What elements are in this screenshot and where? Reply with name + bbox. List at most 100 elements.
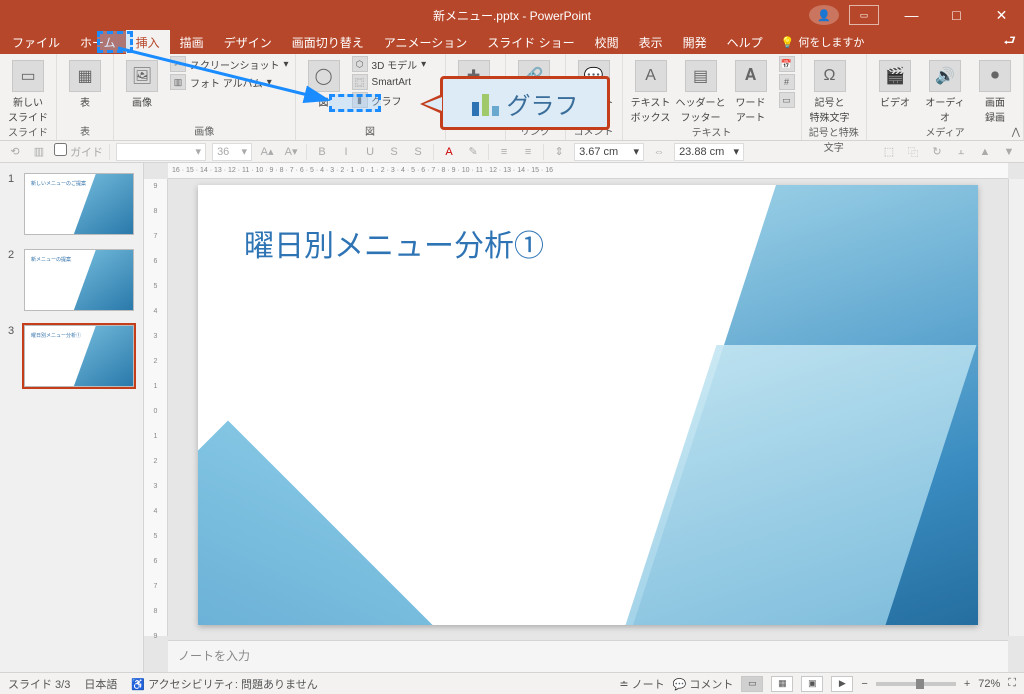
group-addins-label [452, 127, 499, 140]
sorter-view-button[interactable]: ▦ [771, 676, 793, 692]
zoom-slider[interactable] [876, 682, 956, 686]
screen-recording-button[interactable]: ⏺画面 録画 [973, 56, 1017, 124]
textbox-button[interactable]: Aテキスト ボックス [629, 56, 673, 124]
comment-button[interactable]: 💬コメント [572, 56, 616, 109]
comment-label: コメント [574, 94, 614, 109]
italic-icon[interactable]: I [337, 143, 355, 161]
strike-icon[interactable]: S [385, 143, 403, 161]
zoom-in-button[interactable]: + [964, 678, 970, 690]
bold-icon[interactable]: B [313, 143, 331, 161]
comments-toggle[interactable]: 💬 コメント [673, 676, 734, 692]
thumb-3[interactable]: 3 曜日別メニュー分析① [8, 325, 135, 387]
new-slide-button[interactable]: ▭ 新しい スライド [6, 56, 50, 124]
shadow-icon[interactable]: S [409, 143, 427, 161]
video-button[interactable]: 🎬ビデオ [873, 56, 917, 109]
tab-file[interactable]: ファイル [2, 30, 70, 54]
notes-pane[interactable]: ノートを入力 [168, 640, 1008, 672]
new-slide-label: 新しい スライド [8, 94, 48, 124]
highlight-icon[interactable]: ✎ [464, 143, 482, 161]
photo-album-button[interactable]: ▥フォト アルバム ▾ [170, 74, 289, 90]
thumb-2[interactable]: 2 新メニューの提案 [8, 249, 135, 311]
slide-title[interactable]: 曜日別メニュー分析① [244, 221, 544, 265]
link-button[interactable]: 🔗リンク [512, 56, 556, 109]
tab-view[interactable]: 表示 [629, 30, 673, 54]
tab-insert[interactable]: 挿入 [126, 30, 170, 54]
group-symbols: Ω記号と 特殊文字 記号と特殊文字 [802, 54, 867, 140]
font-size-combo[interactable]: 36▾ [212, 143, 252, 161]
layout-icon[interactable]: ▥ [30, 143, 48, 161]
tab-animations[interactable]: アニメーション [374, 30, 478, 54]
slide-canvas[interactable]: 曜日別メニュー分析① [198, 185, 978, 625]
slide-counter[interactable]: スライド 3/3 [8, 676, 70, 692]
shape-width-input[interactable]: 23.88 cm▾ [674, 143, 744, 161]
collapse-ribbon-button[interactable]: ⋀ [1012, 127, 1020, 138]
normal-view-button[interactable]: ▭ [741, 676, 763, 692]
group-tables: ▦ 表 表 [57, 54, 114, 140]
thumb-1-title: 新しいメニューのご提案 [31, 180, 86, 187]
reset-icon[interactable]: ⟲ [6, 143, 24, 161]
zoom-value[interactable]: 72% [978, 678, 1000, 690]
guide-checkbox[interactable]: ガイド [54, 143, 103, 160]
3d-model-button[interactable]: ⬡3D モデル ▾ [352, 56, 427, 72]
thumb-1[interactable]: 1 新しいメニューのご提案 [8, 173, 135, 235]
wordart-button[interactable]: 𝐀ワード アート [729, 56, 773, 124]
arrange-icon[interactable]: ⬚ [880, 143, 898, 161]
tab-slideshow[interactable]: スライド ショー [477, 30, 584, 54]
date-button[interactable]: 📅 [779, 56, 795, 72]
maximize-button[interactable]: □ [934, 0, 979, 30]
table-button[interactable]: ▦ 表 [63, 56, 107, 109]
increase-font-icon[interactable]: A▴ [258, 143, 276, 161]
shapes-button[interactable]: ◯ 図 [302, 56, 346, 109]
audio-button[interactable]: 🔊オーディオ [923, 56, 967, 124]
zoom-out-button[interactable]: − [861, 678, 867, 690]
tab-help[interactable]: ヘルプ [717, 30, 773, 54]
slide-number-button[interactable]: # [779, 74, 795, 90]
symbols-button[interactable]: Ω記号と 特殊文字 [808, 56, 852, 124]
ribbon-options-icon[interactable]: ▭ [849, 5, 879, 25]
notes-toggle[interactable]: ≐ ノート [619, 676, 664, 692]
minimize-button[interactable]: — [889, 0, 934, 30]
smartart-button[interactable]: ⿴SmartArt [352, 74, 427, 90]
tab-transitions[interactable]: 画面切り替え [282, 30, 374, 54]
tab-review[interactable]: 校閲 [585, 30, 629, 54]
tab-home[interactable]: ホーム [70, 30, 126, 54]
bring-front-icon[interactable]: ▲ [976, 143, 994, 161]
screenshot-icon: ✂ [170, 56, 186, 72]
send-back-icon[interactable]: ▼ [1000, 143, 1018, 161]
rotate-icon[interactable]: ↻ [928, 143, 946, 161]
font-color-icon[interactable]: A [440, 143, 458, 161]
header-footer-button[interactable]: ▤ヘッダーと フッター [679, 56, 723, 124]
align-icon[interactable]: ⫠ [952, 143, 970, 161]
chart-button[interactable]: ▮グラフ [352, 92, 427, 108]
language-indicator[interactable]: 日本語 [84, 676, 117, 692]
tab-developer[interactable]: 開発 [673, 30, 717, 54]
thumb-3-title: 曜日別メニュー分析① [31, 332, 81, 339]
font-combo[interactable]: ▾ [116, 143, 206, 161]
fit-window-button[interactable]: ⛶ [1008, 677, 1016, 690]
tell-me[interactable]: 💡 何をしますか [773, 30, 873, 54]
account-icon[interactable]: 👤 [809, 5, 839, 25]
textbox-icon: A [635, 60, 667, 92]
share-button[interactable]: ⮐ [1003, 30, 1016, 54]
thumbnail-pane[interactable]: 1 新しいメニューのご提案 2 新メニューの提案 3 曜日別メニュー分析① [0, 163, 144, 672]
slide-canvas-wrap[interactable]: 曜日別メニュー分析① [168, 179, 1008, 636]
object-button[interactable]: ▭ [779, 92, 795, 108]
align-center-icon[interactable]: ≡ [519, 143, 537, 161]
tab-draw[interactable]: 描画 [170, 30, 214, 54]
shape-height-input[interactable]: 3.67 cm▾ [574, 143, 644, 161]
pictures-button[interactable]: 🖼 画像 [120, 56, 164, 109]
underline-icon[interactable]: U [361, 143, 379, 161]
reading-view-button[interactable]: ▣ [801, 676, 823, 692]
tell-me-label: 何をしますか [798, 34, 864, 50]
addins-button[interactable]: ✚アドイン [452, 56, 496, 109]
decrease-font-icon[interactable]: A▾ [282, 143, 300, 161]
vertical-scrollbar[interactable] [1008, 179, 1024, 636]
tab-design[interactable]: デザイン [214, 30, 282, 54]
group-icon[interactable]: ⿻ [904, 143, 922, 161]
align-left-icon[interactable]: ≡ [495, 143, 513, 161]
screenshot-button[interactable]: ✂スクリーンショット ▾ [170, 56, 289, 72]
close-button[interactable]: ✕ [979, 0, 1024, 30]
slideshow-view-button[interactable]: ▶ [831, 676, 853, 692]
chart-icon: ▮ [352, 92, 368, 108]
accessibility-status[interactable]: ♿ アクセシビリティ: 問題ありません [131, 676, 317, 692]
